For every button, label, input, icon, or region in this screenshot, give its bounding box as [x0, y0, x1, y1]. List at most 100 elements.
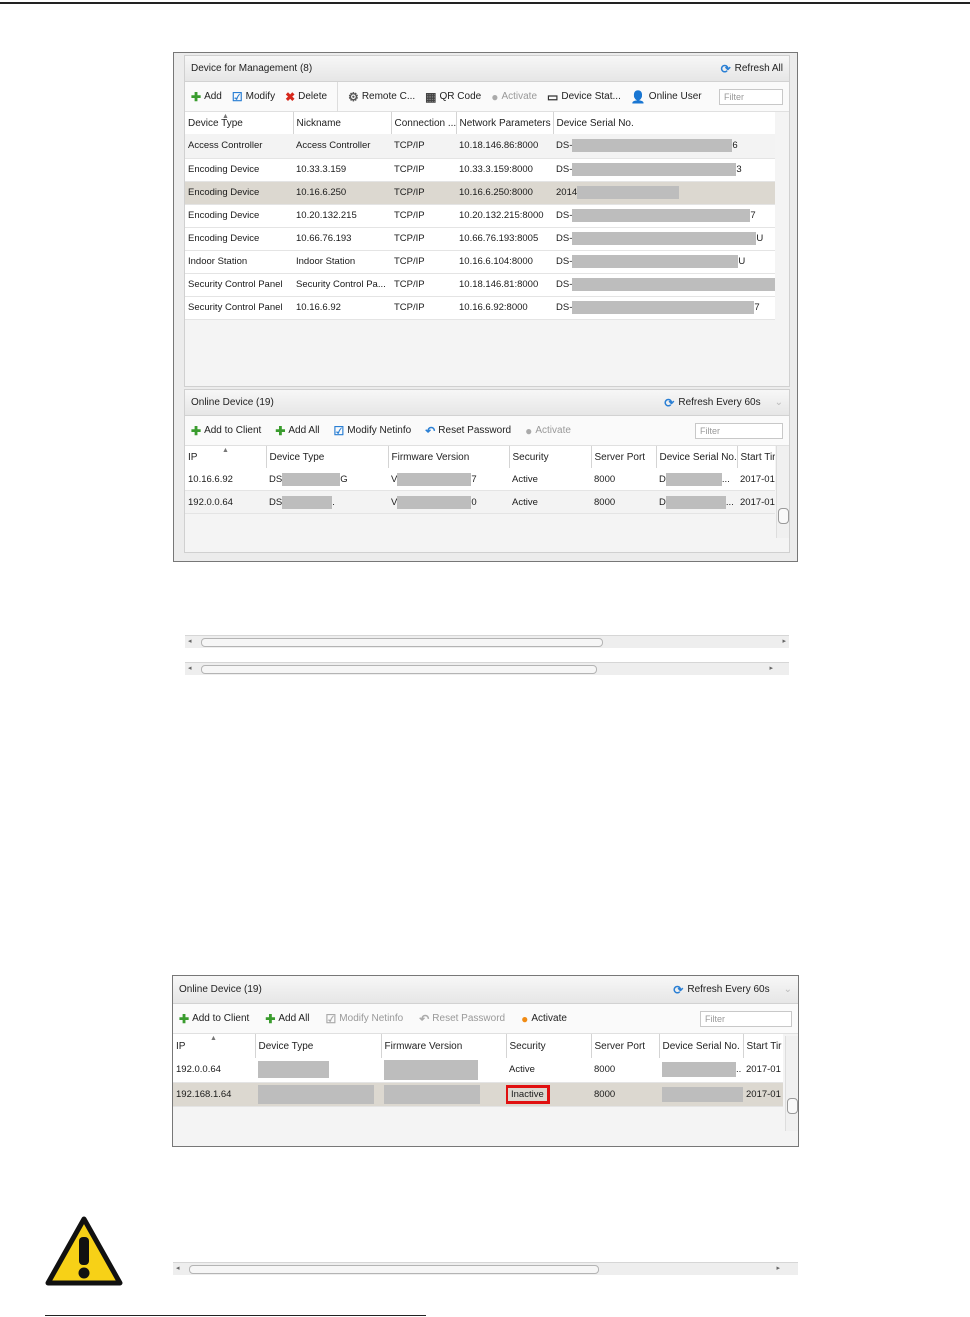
online-vertical-scrollbar[interactable]	[776, 446, 789, 538]
mgmt-title: Device for Management (8)	[191, 63, 313, 74]
table-header-row: ▲ IP Device Type Firmware Version Securit…	[173, 1034, 783, 1058]
online-user-button[interactable]: 👤 Online User	[631, 91, 702, 103]
table-row[interactable]: 192.0.0.64 Active 8000 .. 2017-01	[173, 1058, 783, 1083]
table-row[interactable]: 192.0.0.64 DS. V0 Active 8000 D... 2017-…	[185, 490, 775, 514]
refresh-every-button[interactable]: ⟳ Refresh Every 60s ⌄	[673, 983, 792, 997]
activate-button[interactable]: ● Activate	[525, 423, 571, 438]
device-status-button[interactable]: ▭ Device Stat...	[547, 91, 621, 103]
col-device-type[interactable]: Device Type	[254, 1034, 381, 1058]
mgmt-horizontal-scrollbar[interactable]: ◂ ▸	[185, 634, 789, 648]
col-device-type[interactable]: ▲ Device Type	[185, 112, 293, 134]
table-row[interactable]: Security Control Panel Security Control P…	[185, 273, 775, 297]
scroll-left-icon[interactable]: ◂	[188, 663, 192, 675]
col-device-type[interactable]: Device Type	[265, 446, 388, 468]
redacted-block	[572, 301, 755, 314]
online-horizontal-scrollbar[interactable]: ◂ ▸	[173, 1261, 798, 1275]
qr-code-button[interactable]: ▦ QR Code	[425, 91, 481, 103]
add-to-client-button[interactable]: ✚ Add to Client	[179, 1013, 249, 1025]
delete-button[interactable]: ✖ Delete	[285, 89, 327, 104]
activate-button[interactable]: ● Activate	[521, 1013, 567, 1025]
modify-button[interactable]: ☑ Modify	[232, 91, 275, 103]
table-row[interactable]: 10.16.6.92 DS G V7 Active 8000 D... 2017-…	[185, 468, 775, 491]
col-ip[interactable]: ▲ IP	[185, 446, 266, 468]
table-row[interactable]: Indoor Station Indoor Station TCP/IP 10.16.…	[185, 250, 775, 274]
add-all-button[interactable]: ✚ Add All	[265, 1011, 309, 1026]
reset-password-button[interactable]: ↶ Reset Password	[425, 425, 511, 437]
col-start-time[interactable]: Start Tir	[742, 1034, 783, 1058]
reset-password-button[interactable]: ↶ Reset Password	[419, 1011, 505, 1026]
undo-icon: ↶	[419, 1011, 430, 1026]
refresh-every-button[interactable]: ⟳ Refresh Every 60s ⌄	[664, 396, 783, 410]
online-vertical-scrollbar[interactable]	[785, 1036, 798, 1131]
add-to-client-button[interactable]: ✚ Add to Client	[191, 425, 261, 437]
table-row-selected[interactable]: Encoding Device 10.16.6.250 TCP/IP 10.16.6.…	[185, 181, 775, 205]
modify-netinfo-button[interactable]: ☑ Modify Netinfo	[334, 425, 412, 437]
redacted-block	[282, 472, 341, 486]
col-network-parameters[interactable]: Network Parameters	[455, 112, 553, 134]
mgmt-toolbar: ✚ Add ☑ Modify ✖ Delete ⚙ Remote C... ▦ QR Co…	[185, 81, 789, 112]
mgmt-device-table: ▲ Device Type Nickname Connection ... Net…	[185, 112, 775, 320]
scroll-thumb[interactable]	[787, 1098, 798, 1114]
refresh-all-button[interactable]: ⟳ Refresh All	[721, 62, 783, 76]
table-header-row: ▲ IP Device Type Firmware Version Securit…	[185, 446, 775, 468]
scroll-thumb[interactable]	[189, 1264, 599, 1274]
online-horizontal-scrollbar[interactable]: ◂ ▸	[185, 662, 789, 675]
plus-icon: ✚	[265, 1011, 276, 1026]
modify-netinfo-button[interactable]: ☑ Modify Netinfo	[326, 1013, 404, 1025]
sort-arrow-icon: ▲	[222, 113, 229, 120]
col-ip[interactable]: ▲ IP	[173, 1034, 255, 1058]
col-server-port[interactable]: Server Port	[590, 446, 656, 468]
col-serial-no[interactable]: Device Serial No.	[655, 446, 737, 468]
online-device-window: Online Device (19) ⟳ Refresh Every 60s ⌄…	[172, 975, 799, 1275]
refresh-icon: ⟳	[720, 61, 731, 76]
col-nickname[interactable]: Nickname	[292, 112, 391, 134]
plus-icon: ✚	[275, 423, 286, 438]
delete-icon: ✖	[285, 89, 296, 104]
online-device-section: Online Device (19) ⟳ Refresh Every 60s ⌄…	[184, 389, 790, 675]
table-row[interactable]: Access Controller Access Controller TCP/IP…	[185, 134, 775, 159]
table-row[interactable]: Security Control Panel 10.16.6.92 TCP/IP 10…	[185, 296, 775, 320]
refresh-every-label: Refresh Every 60s	[687, 984, 770, 995]
table-row[interactable]: Encoding Device 10.66.76.193 TCP/IP 10.66.7…	[185, 227, 775, 251]
scroll-left-icon[interactable]: ◂	[176, 1263, 180, 1275]
redacted-block	[662, 1086, 743, 1102]
scroll-right-icon[interactable]: ▸	[769, 663, 773, 675]
table-header-row: ▲ Device Type Nickname Connection ... Net…	[185, 112, 775, 134]
collapse-chevron-icon[interactable]: ⌄	[784, 984, 792, 995]
scroll-right-icon[interactable]: ▸	[782, 636, 786, 648]
table-row[interactable]: Encoding Device 10.33.3.159 TCP/IP 10.33.3.…	[185, 158, 775, 182]
online-title: Online Device (19)	[191, 397, 274, 408]
col-start-time[interactable]: Start Tir	[736, 446, 775, 468]
scroll-thumb[interactable]	[201, 637, 603, 647]
mgmt-filter-input[interactable]: Filter	[719, 88, 783, 105]
scroll-left-icon[interactable]: ◂	[188, 636, 192, 648]
online-filter-input[interactable]: Filter	[700, 1010, 792, 1027]
col-serial-no[interactable]: Device Serial No.	[658, 1034, 743, 1058]
online-filter-input[interactable]: Filter	[695, 422, 783, 439]
scroll-thumb[interactable]	[201, 665, 597, 674]
activate-button[interactable]: ● Activate	[491, 89, 537, 104]
inactive-status-highlight: Inactive	[506, 1084, 550, 1104]
col-server-port[interactable]: Server Port	[590, 1034, 659, 1058]
redacted-block	[572, 232, 757, 245]
col-serial-no[interactable]: Device Serial No.	[552, 112, 775, 134]
add-all-button[interactable]: ✚ Add All	[275, 423, 319, 438]
add-button[interactable]: ✚ Add	[191, 91, 222, 103]
redacted-block	[572, 139, 733, 153]
refresh-icon: ⟳	[664, 395, 675, 410]
redacted-block	[662, 1062, 736, 1078]
table-row[interactable]: Encoding Device 10.20.132.215 TCP/IP 10.20.…	[185, 204, 775, 228]
collapse-chevron-icon[interactable]: ⌄	[775, 397, 783, 408]
col-security[interactable]: Security	[508, 446, 591, 468]
col-firmware-version[interactable]: Firmware Version	[380, 1034, 506, 1058]
table-row-selected[interactable]: 192.168.1.64 Inactive 8000 2017-01	[173, 1082, 783, 1107]
scroll-thumb[interactable]	[778, 508, 789, 524]
bulb-icon: ●	[491, 89, 499, 104]
col-connection[interactable]: Connection ...	[390, 112, 456, 134]
scroll-right-icon[interactable]: ▸	[776, 1263, 780, 1275]
redacted-block	[572, 255, 739, 268]
col-security[interactable]: Security	[505, 1034, 591, 1058]
remote-config-button[interactable]: ⚙ Remote C...	[348, 91, 415, 103]
col-firmware-version[interactable]: Firmware Version	[387, 446, 509, 468]
bulb-icon: ●	[525, 423, 533, 438]
